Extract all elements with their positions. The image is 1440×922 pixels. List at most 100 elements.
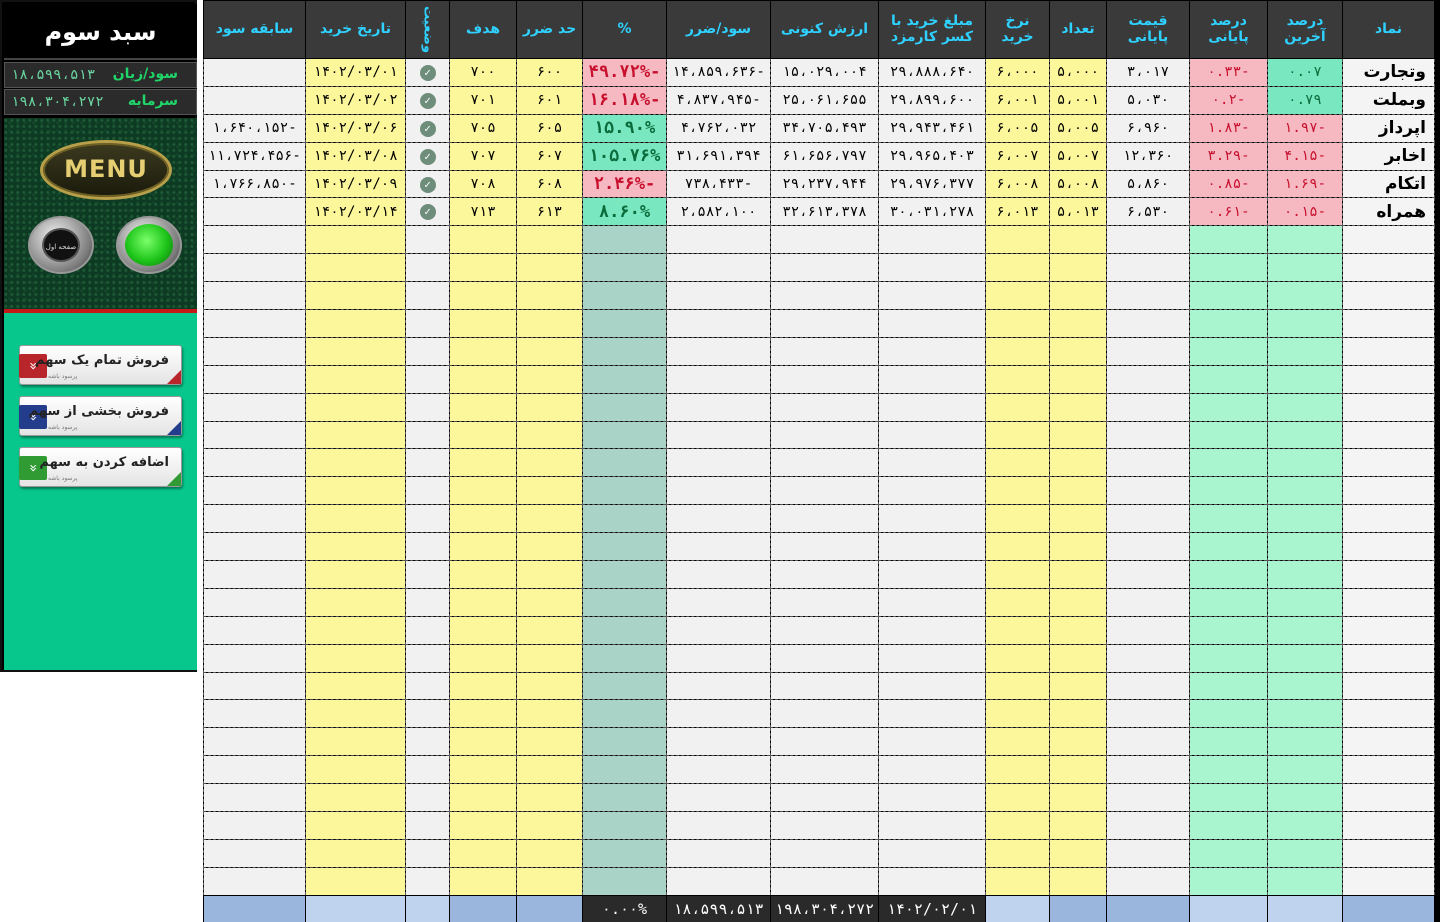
cell-status xyxy=(405,448,450,478)
cell-buy-amount xyxy=(878,448,986,478)
empty-row[interactable] xyxy=(203,225,1435,255)
action-button-1[interactable]: » فروش تمام یک سهم پرسود باشه xyxy=(19,345,182,385)
cell-current-value xyxy=(770,671,879,701)
total-cell xyxy=(516,894,583,922)
table-row[interactable]: اخابر -۴.۱۵ -۳.۲۹ ۱۲،۳۶۰ ۵،۰۰۷ ۶،۰۰۷ ۲۹،۹۶۵،۴۰… xyxy=(203,141,1435,171)
empty-row[interactable] xyxy=(203,253,1435,283)
cell-symbol xyxy=(1342,253,1435,283)
table-row[interactable]: همراه -۰.۱۵ -۰.۶۱ ۶،۵۳۰ ۵،۰۱۳ ۶،۰۱۳ ۳۰،۰۳۱،۲۷۸… xyxy=(203,197,1435,227)
cell-profit-loss xyxy=(666,838,771,868)
cell-symbol[interactable]: اتکام xyxy=(1342,169,1435,199)
cell-symbol[interactable]: اپرداز xyxy=(1342,113,1435,143)
cell-profit-history xyxy=(203,364,306,394)
cell-target: ۷۰۱ xyxy=(449,85,517,115)
cell-profit-history xyxy=(203,699,306,729)
cell-status xyxy=(405,838,450,868)
cell-current-value xyxy=(770,225,879,255)
cell-buy-rate: ۶،۰۰۸ xyxy=(985,169,1050,199)
cell-target xyxy=(449,755,517,785)
cell-last-percent xyxy=(1267,476,1343,506)
empty-row[interactable] xyxy=(203,643,1435,673)
cell-quantity xyxy=(1049,727,1107,757)
cell-symbol xyxy=(1342,392,1435,422)
cell-return-percent xyxy=(582,392,667,422)
home-button[interactable]: صفحه اول xyxy=(28,216,94,274)
empty-row[interactable] xyxy=(203,281,1435,311)
cell-target xyxy=(449,838,517,868)
cell-close-price xyxy=(1106,783,1190,813)
cell-close-price xyxy=(1106,448,1190,478)
cell-symbol xyxy=(1342,309,1435,338)
empty-row[interactable] xyxy=(203,532,1435,562)
cell-buy-amount xyxy=(878,727,986,757)
cell-close-percent xyxy=(1189,866,1268,896)
cell-buy-amount xyxy=(878,811,986,840)
total-buy-amount: ۱۴۰۲/۰۲/۰۱ xyxy=(878,894,986,922)
cell-close-price xyxy=(1106,755,1190,785)
cell-buy-rate xyxy=(985,364,1050,394)
table-row[interactable]: وتجارت ۰.۰۷ -۰.۳۳ ۳،۰۱۷ ۵،۰۰۰ ۶،۰۰۰ ۲۹،۸۸۸،۶۴۰… xyxy=(203,58,1435,87)
cell-quantity xyxy=(1049,309,1107,338)
cell-symbol[interactable]: وتجارت xyxy=(1342,58,1435,87)
home-icon: صفحه اول xyxy=(42,228,80,262)
empty-row[interactable] xyxy=(203,392,1435,422)
empty-row[interactable] xyxy=(203,727,1435,757)
cell-status xyxy=(405,225,450,255)
empty-row[interactable] xyxy=(203,838,1435,868)
empty-row[interactable] xyxy=(203,866,1435,896)
cell-symbol[interactable]: همراه xyxy=(1342,197,1435,227)
cell-close-percent xyxy=(1189,671,1268,701)
cell-symbol[interactable]: اخابر xyxy=(1342,141,1435,171)
cell-profit-history xyxy=(203,392,306,422)
cell-profit-history xyxy=(203,783,306,813)
empty-row[interactable] xyxy=(203,699,1435,729)
cell-buy-date xyxy=(305,560,406,589)
empty-row[interactable] xyxy=(203,476,1435,506)
table-row[interactable]: اتکام -۱.۶۹ -۰.۸۵ ۵،۸۶۰ ۵،۰۰۸ ۶،۰۰۸ ۲۹،۹۷۶،۳۷۷… xyxy=(203,169,1435,199)
profit-value: ۱۸،۵۹۹،۵۱۳ xyxy=(11,67,96,83)
cell-status xyxy=(405,504,450,534)
empty-row[interactable] xyxy=(203,755,1435,785)
cell-profit-history xyxy=(203,755,306,785)
cell-symbol[interactable]: وبملت xyxy=(1342,85,1435,115)
cell-current-value: ۶۱،۶۵۶،۷۹۷ xyxy=(770,141,879,171)
cell-status xyxy=(405,336,450,366)
empty-row[interactable] xyxy=(203,364,1435,394)
action-button-3[interactable]: » اضافه کردن به سهم پرسود باشه xyxy=(19,447,182,487)
empty-row[interactable] xyxy=(203,560,1435,589)
cell-target: ۷۰۰ xyxy=(449,58,517,87)
cell-close-price xyxy=(1106,727,1190,757)
green-status-button[interactable] xyxy=(116,216,182,274)
empty-row[interactable] xyxy=(203,336,1435,366)
cell-buy-rate xyxy=(985,755,1050,785)
cell-close-percent xyxy=(1189,699,1268,729)
cell-close-price xyxy=(1106,253,1190,283)
check-circle-icon: ✓ xyxy=(419,64,436,81)
cell-stop-loss: ۶۰۰ xyxy=(516,58,583,87)
total-cell xyxy=(449,894,517,922)
cell-close-percent xyxy=(1189,811,1268,840)
table-row[interactable]: وبملت ۰.۷۹ -۰.۲ ۵،۰۳۰ ۵،۰۰۱ ۶،۰۰۱ ۲۹،۸۹۹،۶۰۰ ۲۵… xyxy=(203,85,1435,115)
cell-last-percent xyxy=(1267,671,1343,701)
cell-buy-date: ۱۴۰۲/۰۳/۰۶ xyxy=(305,113,406,143)
empty-row[interactable] xyxy=(203,671,1435,701)
empty-row[interactable] xyxy=(203,587,1435,617)
check-circle-icon: ✓ xyxy=(419,92,436,109)
cell-current-value xyxy=(770,364,879,394)
empty-row[interactable] xyxy=(203,811,1435,840)
empty-row[interactable] xyxy=(203,420,1435,450)
empty-row[interactable] xyxy=(203,615,1435,645)
empty-row[interactable] xyxy=(203,448,1435,478)
menu-button[interactable]: MENU xyxy=(40,140,172,200)
cell-close-percent xyxy=(1189,448,1268,478)
empty-row[interactable] xyxy=(203,783,1435,813)
cell-close-percent: -۱.۸۳ xyxy=(1189,113,1268,143)
empty-row[interactable] xyxy=(203,504,1435,534)
table-row[interactable]: اپرداز -۱.۹۷ -۱.۸۳ ۶،۹۶۰ ۵،۰۰۵ ۶،۰۰۵ ۲۹،۹۴۳،۴۶… xyxy=(203,113,1435,143)
cell-buy-rate xyxy=(985,532,1050,562)
action-button-2[interactable]: » فروش بخشی از سهم پرسود باشه xyxy=(19,396,182,436)
cell-symbol xyxy=(1342,420,1435,450)
cell-buy-rate xyxy=(985,225,1050,255)
cell-return-percent xyxy=(582,476,667,506)
empty-row[interactable] xyxy=(203,309,1435,338)
